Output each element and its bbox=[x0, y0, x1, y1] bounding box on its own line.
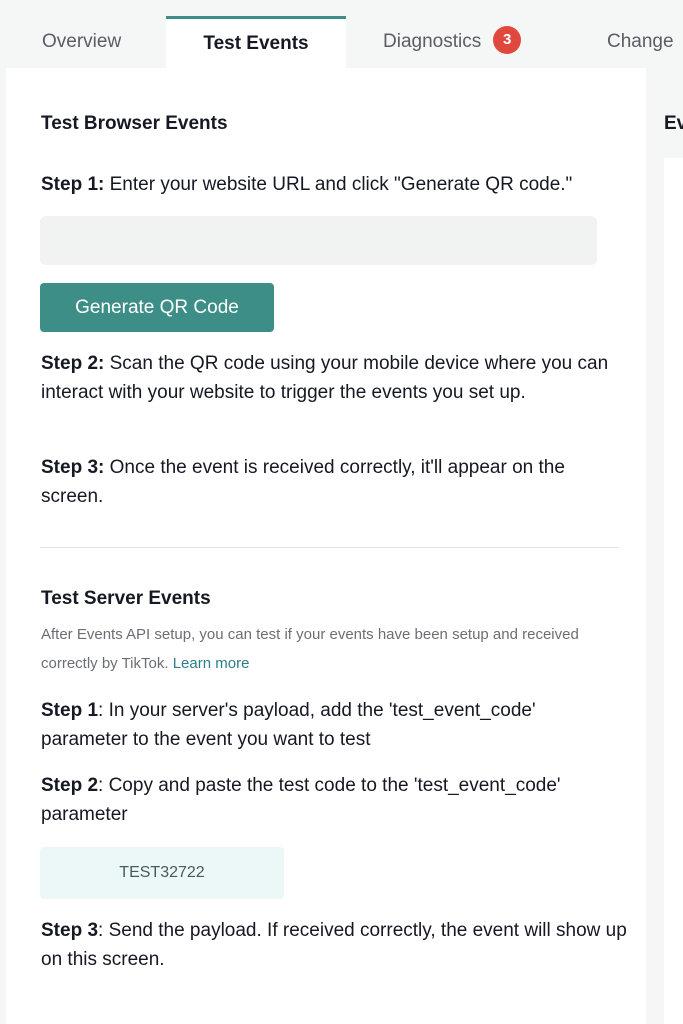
step-label: Step 1 bbox=[41, 700, 99, 721]
browser-step-1: Step 1: Enter your website URL and click… bbox=[41, 170, 631, 199]
browser-events-title: Test Browser Events bbox=[41, 113, 228, 134]
section-divider bbox=[40, 547, 619, 548]
diagnostics-count-badge: 3 bbox=[493, 25, 522, 54]
step-text: : In your server's payload, add the 'tes… bbox=[41, 700, 536, 750]
server-step-3: Step 3: Send the payload. If received co… bbox=[41, 916, 631, 974]
step-label: Step 1: bbox=[41, 174, 105, 195]
tab-diagnostics-label: Diagnostics bbox=[383, 31, 482, 52]
description-text: After Events API setup, you can test if … bbox=[41, 626, 579, 672]
step-label: Step 2 bbox=[41, 775, 99, 796]
tab-bar: Overview Test Events Diagnostics 3 Change bbox=[0, 0, 683, 68]
step-text: : Copy and paste the test code to the 't… bbox=[41, 775, 561, 825]
step-label: Step 2: bbox=[41, 353, 105, 374]
step-text: : Send the payload. If received correctl… bbox=[41, 920, 627, 970]
test-event-code-box[interactable]: TEST32722 bbox=[40, 847, 284, 899]
tab-change[interactable]: Change bbox=[607, 16, 674, 68]
tab-overview[interactable]: Overview bbox=[42, 16, 121, 68]
step-label: Step 3: bbox=[41, 457, 105, 478]
step-text: Once the event is received correctly, it… bbox=[41, 457, 565, 507]
side-panel bbox=[664, 158, 683, 1024]
side-panel-title: Ev bbox=[664, 113, 683, 134]
step-label: Step 3 bbox=[41, 920, 99, 941]
step-text: Scan the QR code using your mobile devic… bbox=[41, 353, 609, 403]
browser-step-2: Step 2: Scan the QR code using your mobi… bbox=[41, 349, 616, 407]
server-events-title: Test Server Events bbox=[41, 588, 211, 609]
server-step-1: Step 1: In your server's payload, add th… bbox=[41, 696, 621, 754]
browser-step-3: Step 3: Once the event is received corre… bbox=[41, 453, 616, 511]
website-url-input[interactable] bbox=[40, 216, 597, 265]
tab-test-events[interactable]: Test Events bbox=[166, 16, 346, 68]
step-text: Enter your website URL and click "Genera… bbox=[104, 174, 573, 195]
learn-more-link[interactable]: Learn more bbox=[173, 655, 250, 672]
tab-diagnostics[interactable]: Diagnostics 3 bbox=[383, 16, 522, 68]
server-events-description: After Events API setup, you can test if … bbox=[41, 620, 631, 678]
generate-qr-code-button[interactable]: Generate QR Code bbox=[40, 283, 274, 332]
server-step-2: Step 2: Copy and paste the test code to … bbox=[41, 771, 631, 829]
